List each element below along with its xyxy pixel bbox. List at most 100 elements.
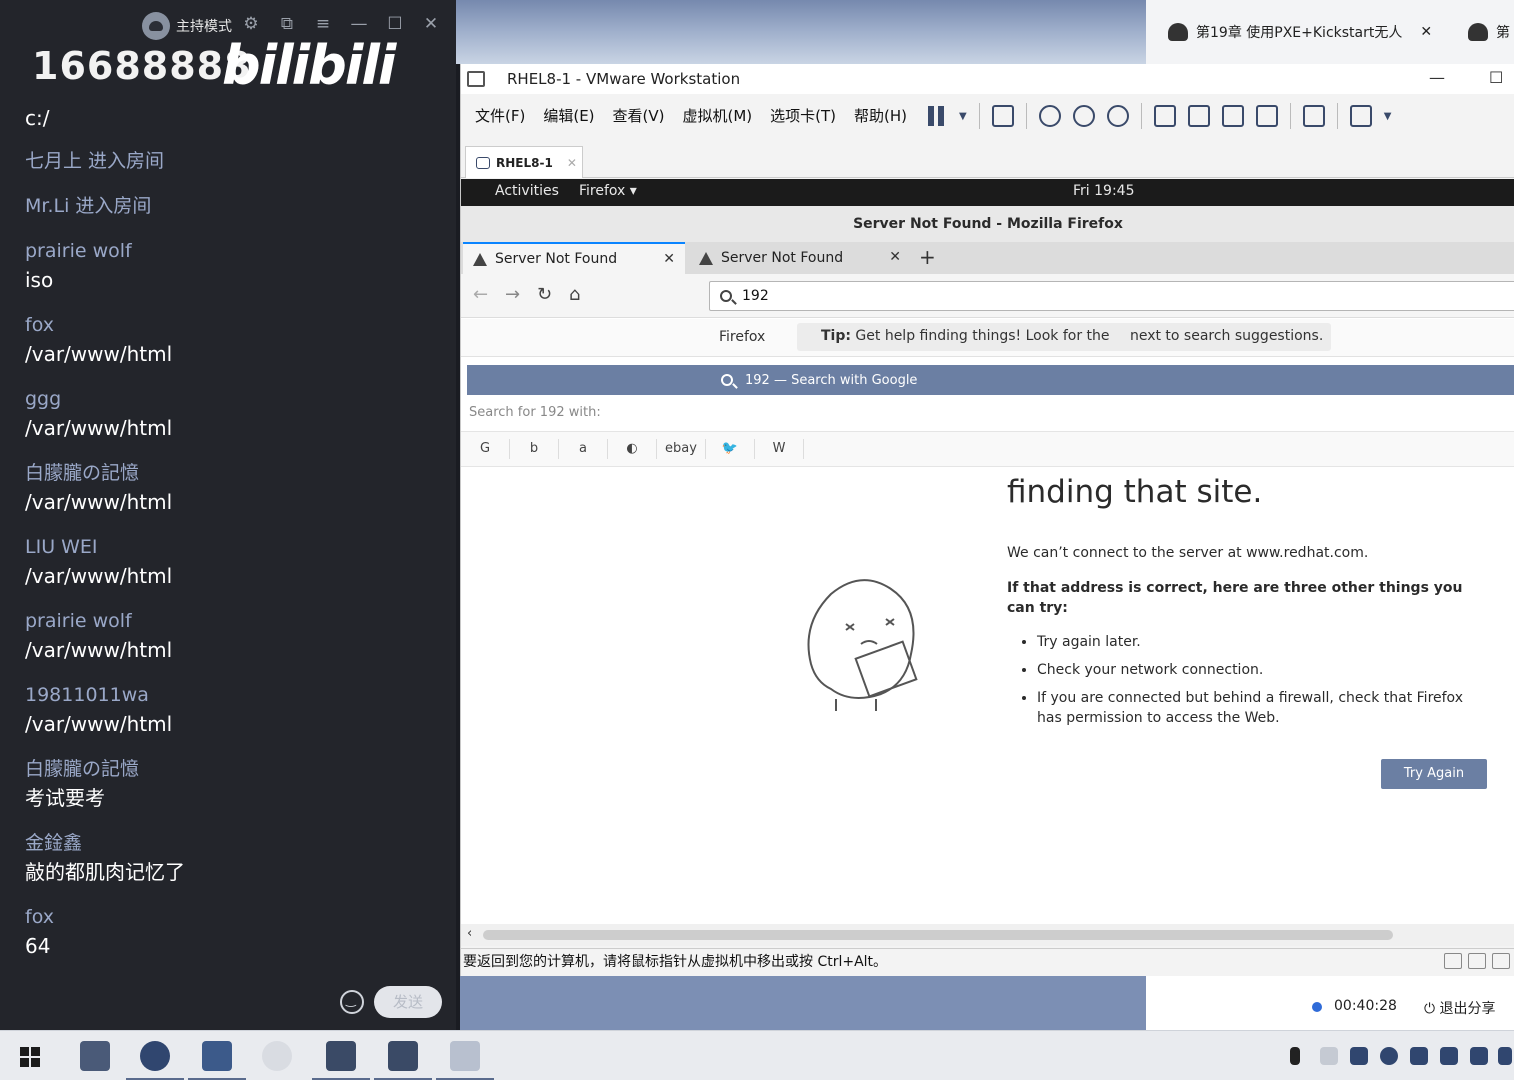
duckduckgo-engine-icon[interactable]: ◐ xyxy=(608,439,657,459)
external-tab[interactable]: 第19章 使用PXE+Kickstart无人 ✕ xyxy=(1168,22,1432,42)
menu-tabs[interactable]: 选项卡(T) xyxy=(770,105,836,126)
wikipedia-engine-icon[interactable]: W xyxy=(755,439,804,459)
chevron-down-icon[interactable]: ▼ xyxy=(1384,111,1392,122)
chat-username[interactable]: 19811011wa xyxy=(25,682,445,710)
tray-icon[interactable] xyxy=(1350,1047,1368,1065)
menu-edit[interactable]: 编辑(E) xyxy=(543,105,594,126)
vm-tab[interactable]: RHEL8-1 ✕ xyxy=(465,146,583,178)
google-engine-icon[interactable]: G xyxy=(461,439,510,459)
app-menu[interactable]: Firefox ▾ xyxy=(579,183,637,199)
chat-username[interactable]: 金鍂鑫 xyxy=(25,830,445,858)
tray-icon[interactable] xyxy=(1410,1047,1428,1065)
menu-icon[interactable]: ≡ xyxy=(312,14,334,34)
menu-file[interactable]: 文件(F) xyxy=(475,105,525,126)
windows-start-icon[interactable] xyxy=(20,1047,40,1067)
activities-button[interactable]: Activities xyxy=(495,183,559,199)
chat-username[interactable]: LIU WEI xyxy=(25,534,445,562)
close-icon[interactable]: ✕ xyxy=(1420,24,1432,40)
firefox-tab[interactable]: Server Not Found ✕ xyxy=(689,242,911,274)
stretch-guest-icon[interactable] xyxy=(1349,105,1372,127)
clock[interactable]: Fri 19:45 xyxy=(1073,183,1134,199)
minimize-icon[interactable]: — xyxy=(1429,68,1445,87)
unity-icon[interactable] xyxy=(1255,105,1278,127)
external-browser-tabs: 第19章 使用PXE+Kickstart无人 ✕ 第 xyxy=(1146,0,1514,64)
chat-username[interactable]: ggg xyxy=(25,386,445,414)
amazon-engine-icon[interactable]: a xyxy=(559,439,608,459)
tray-icon[interactable] xyxy=(1498,1047,1512,1065)
send-button[interactable]: 发送 xyxy=(374,986,442,1018)
network-icon[interactable] xyxy=(1492,953,1510,969)
vmware-taskbar-icon[interactable] xyxy=(188,1041,246,1080)
menu-help[interactable]: 帮助(H) xyxy=(854,105,907,126)
exit-share-button[interactable]: ⏻ 退出分享 xyxy=(1424,998,1496,1018)
external-tab-label: 第 xyxy=(1496,25,1510,41)
list-item: Try again later. xyxy=(1037,632,1487,652)
close-icon[interactable]: ✕ xyxy=(567,156,577,170)
microphone-icon[interactable] xyxy=(1290,1047,1300,1065)
send-ctrl-alt-del-icon[interactable] xyxy=(991,105,1014,127)
tray-icon[interactable] xyxy=(1470,1047,1488,1065)
terminal-app-icon[interactable] xyxy=(374,1041,432,1080)
file-explorer-icon[interactable] xyxy=(80,1041,110,1071)
chevron-down-icon[interactable]: ▼ xyxy=(959,111,967,122)
chat-username[interactable]: 白朦朧の記憶 xyxy=(25,756,445,784)
chat-message-text: /var/www/html xyxy=(25,490,173,514)
console-icon[interactable] xyxy=(1302,105,1325,127)
chat-username[interactable]: prairie wolf xyxy=(25,238,445,266)
tip-brand: Firefox xyxy=(719,329,766,345)
tray-icon[interactable] xyxy=(1440,1047,1458,1065)
chat-username[interactable]: fox xyxy=(25,904,445,932)
chat-message: 金鍂鑫 敲的都肌肉记忆了 xyxy=(25,830,445,904)
app-icon[interactable] xyxy=(262,1041,292,1071)
snapshot-icon[interactable] xyxy=(1038,105,1061,127)
chat-message: 白朦朧の記憶 考试要考 xyxy=(25,756,445,830)
fullscreen-icon[interactable] xyxy=(1221,105,1244,127)
maximize-icon[interactable]: ☐ xyxy=(1489,68,1503,87)
guest-display[interactable]: Activities Firefox ▾ Fri 19:45 Server No… xyxy=(461,179,1514,946)
url-bar[interactable]: 192 xyxy=(709,281,1514,311)
bing-engine-icon[interactable]: b xyxy=(510,439,559,459)
popout-icon[interactable]: ⧉ xyxy=(276,14,298,34)
error-title: finding that site. xyxy=(1007,474,1263,510)
emoji-icon[interactable] xyxy=(340,990,364,1014)
hard-disk-icon[interactable] xyxy=(1444,953,1462,969)
pause-icon[interactable] xyxy=(925,105,947,127)
cdrom-icon[interactable] xyxy=(1468,953,1486,969)
thumbnail-bar-icon[interactable] xyxy=(1187,105,1210,127)
minimize-icon[interactable]: — xyxy=(348,14,370,34)
try-again-button[interactable]: Try Again xyxy=(1381,759,1487,789)
close-icon[interactable]: ✕ xyxy=(663,251,675,267)
tray-icon[interactable] xyxy=(1380,1047,1398,1065)
ebay-engine-icon[interactable]: ebay xyxy=(657,439,706,459)
search-suggestion-row[interactable]: 192 — Search with Google xyxy=(467,365,1514,395)
feather-app-icon[interactable] xyxy=(436,1041,494,1080)
screen-app-icon[interactable] xyxy=(312,1041,370,1080)
chevron-left-icon[interactable]: ‹ xyxy=(467,926,472,941)
browser-icon[interactable] xyxy=(126,1041,184,1080)
twitter-engine-icon[interactable]: 🐦 xyxy=(706,439,755,459)
home-icon[interactable]: ⌂ xyxy=(569,284,580,305)
menu-view[interactable]: 查看(V) xyxy=(613,105,665,126)
close-icon[interactable]: ✕ xyxy=(889,249,901,265)
new-tab-icon[interactable]: + xyxy=(919,245,936,269)
horizontal-scrollbar[interactable]: ‹ xyxy=(461,924,1514,946)
host-mode-indicator[interactable]: 主持模式 xyxy=(142,12,232,40)
scrollbar-thumb[interactable] xyxy=(483,930,1393,940)
chat-username[interactable]: fox xyxy=(25,312,445,340)
firefox-tab[interactable]: Server Not Found ✕ xyxy=(463,242,685,274)
revert-snapshot-icon[interactable] xyxy=(1072,105,1095,127)
settings-icon[interactable]: ⚙ xyxy=(240,14,262,34)
external-tab[interactable]: 第 xyxy=(1468,22,1510,42)
close-icon[interactable]: ✕ xyxy=(420,14,442,34)
url-input[interactable]: 192 xyxy=(742,288,769,304)
menu-vm[interactable]: 虚拟机(M) xyxy=(683,105,753,126)
back-icon[interactable]: ← xyxy=(473,284,488,305)
chat-username[interactable]: 白朦朧の記憶 xyxy=(25,460,445,488)
snapshot-manager-icon[interactable] xyxy=(1106,105,1129,127)
library-icon[interactable] xyxy=(1153,105,1176,127)
chat-username[interactable]: prairie wolf xyxy=(25,608,445,636)
tray-icon[interactable] xyxy=(1320,1047,1338,1065)
maximize-icon[interactable]: ☐ xyxy=(384,14,406,34)
forward-icon[interactable]: → xyxy=(505,284,520,305)
reload-icon[interactable]: ↻ xyxy=(537,284,552,305)
